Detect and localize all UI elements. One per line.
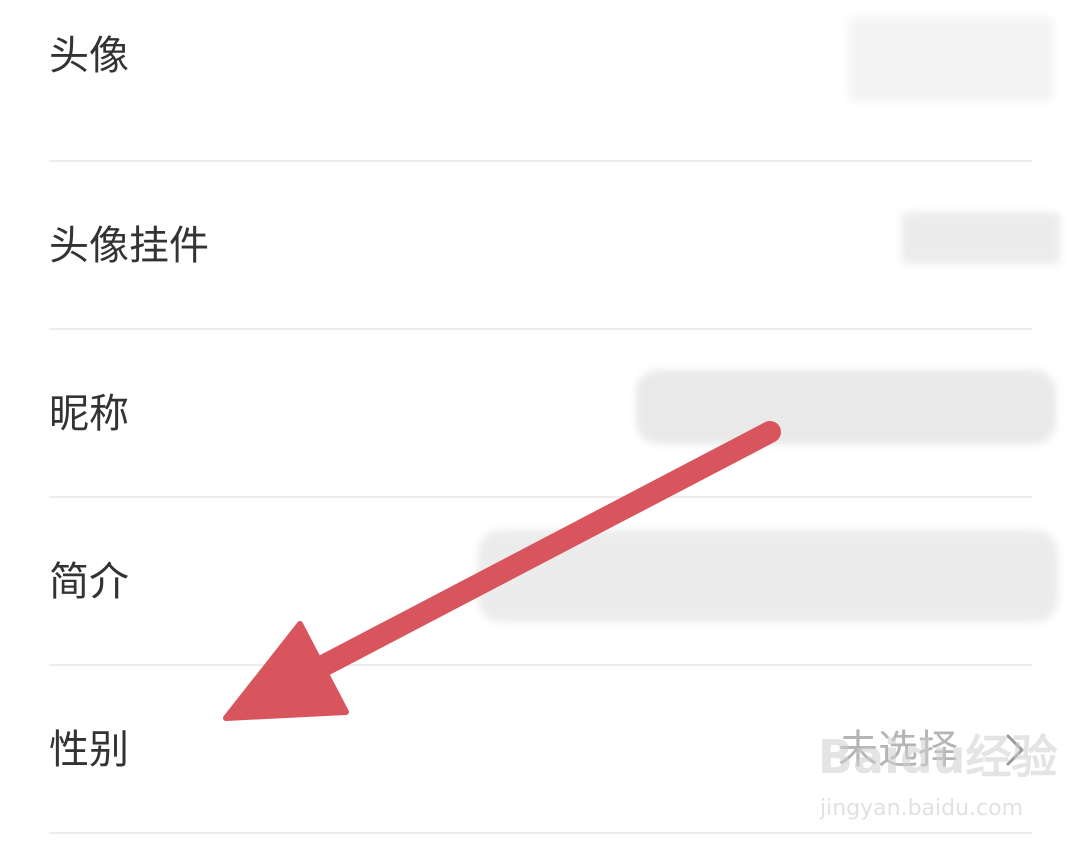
row-nickname-label: 昵称 [49, 391, 129, 437]
watermark-url: jingyan.baidu.com [820, 796, 1024, 821]
row-avatar-label: 头像 [49, 33, 129, 79]
row-avatar[interactable]: 头像 [0, 0, 1076, 162]
row-avatar-pendant-label: 头像挂件 [49, 223, 209, 269]
row-bio-label: 简介 [49, 559, 129, 605]
baidu-jingyan-watermark: Baidu经验 jingyan.baidu.com [818, 734, 1058, 834]
bio-redacted [478, 530, 1058, 622]
row-bio[interactable]: 简介 [0, 498, 1076, 666]
profile-settings-page: 头像 头像挂件 昵称 简介 性别 未选择 Baidu经验 jingyan.bai… [0, 0, 1076, 852]
watermark-logo: Baidu经验 [818, 730, 1058, 784]
row-avatar-pendant[interactable]: 头像挂件 [0, 162, 1076, 330]
row-gender-label: 性别 [49, 727, 129, 773]
nickname-redacted [636, 370, 1056, 444]
avatar-pendant-redacted [902, 212, 1060, 264]
row-nickname[interactable]: 昵称 [0, 330, 1076, 498]
avatar-redacted [848, 16, 1054, 102]
